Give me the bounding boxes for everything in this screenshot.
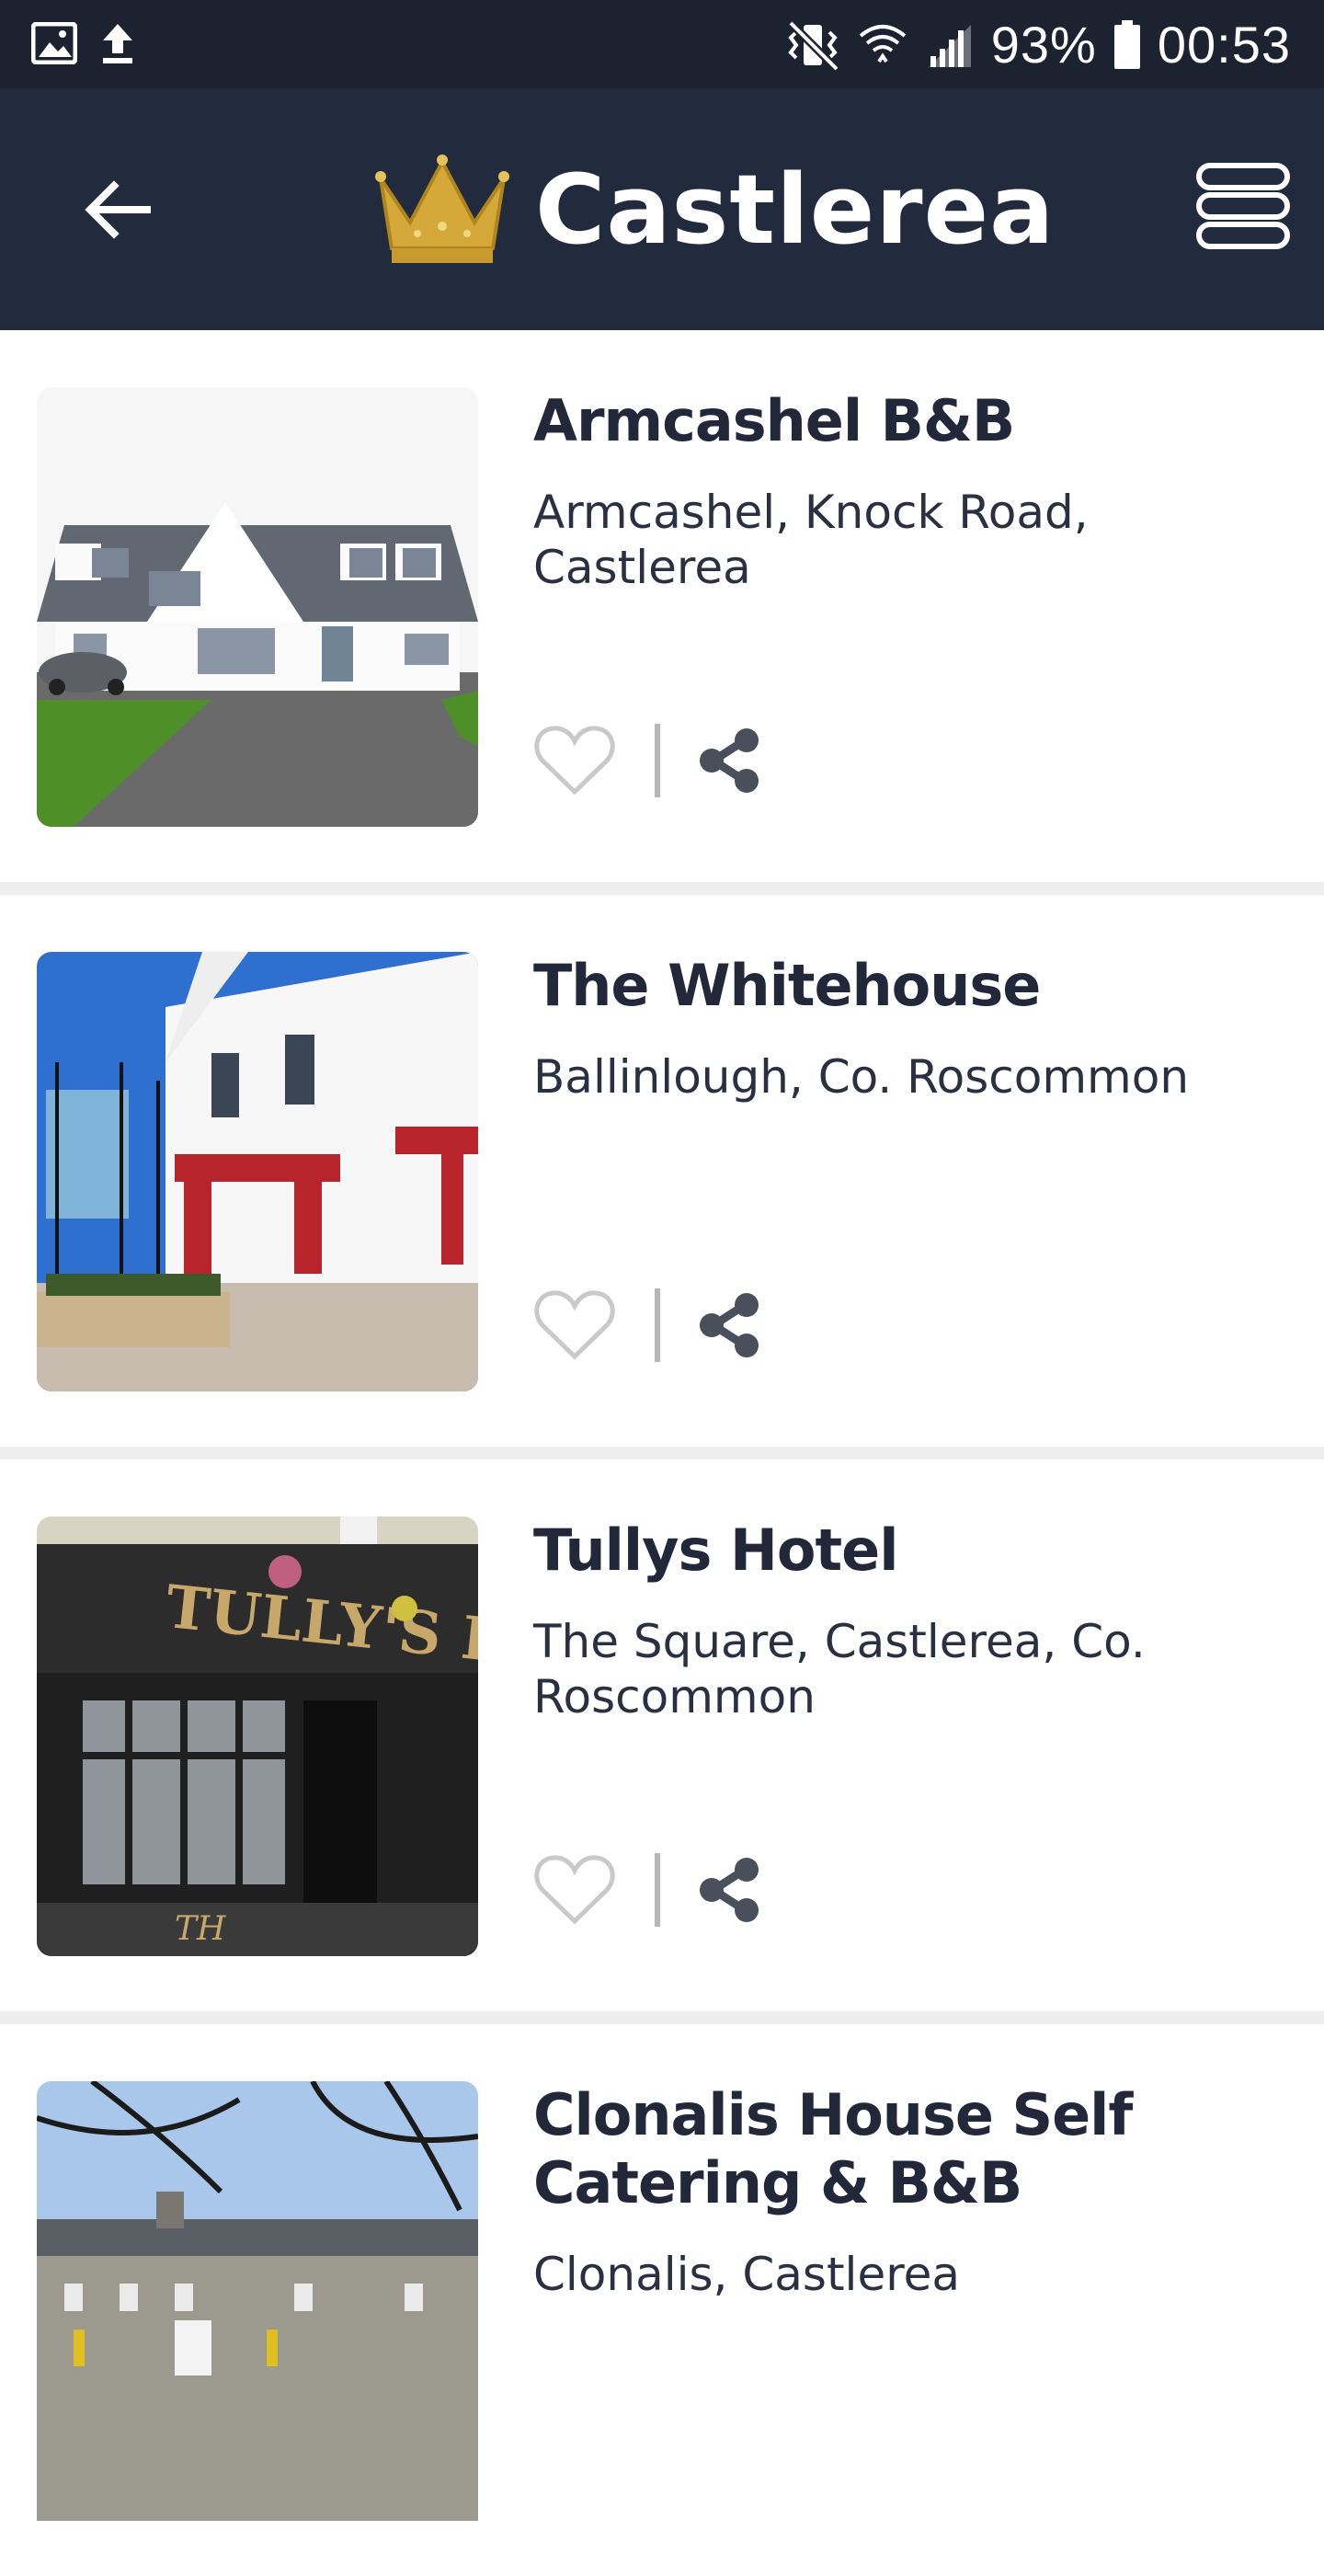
clonalis-photo [37, 2081, 478, 2521]
app-logo: Castlerea [371, 153, 1055, 267]
listing-list: Armcashel B&B Armcashel, Knock Road, Cas… [0, 330, 1324, 2576]
listing-actions [533, 1853, 763, 1927]
action-divider [655, 1288, 660, 1362]
listing-address: Armcashel, Knock Road, Castlerea [533, 486, 1089, 594]
listing-title[interactable]: Armcashel B&B [533, 387, 1315, 455]
upload-icon [103, 24, 132, 63]
battery-icon [1113, 20, 1140, 69]
app-title: Castlerea [535, 154, 1056, 266]
share-icon[interactable] [697, 1292, 763, 1358]
signal-icon [928, 25, 971, 67]
clock: 00:53 [1157, 16, 1291, 74]
listing-address: Ballinlough, Co. Roscommon [533, 1050, 1190, 1104]
listing-actions [533, 1288, 763, 1362]
wifi-icon [859, 25, 907, 63]
door-monogram: TH [175, 1910, 226, 1948]
listing-address: Clonalis, Castlerea [533, 2248, 961, 2301]
image-icon [31, 22, 77, 64]
battery-percent: 93% [990, 16, 1097, 74]
building-photo [37, 952, 478, 1391]
back-button[interactable] [81, 173, 154, 246]
listing-address: The Square, Castlerea, Co. Roscommon [533, 1615, 1146, 1723]
listing-photo[interactable] [37, 2081, 478, 2521]
menu-icon [1196, 163, 1290, 249]
hotel-photo: TULLY'S HOTEL TH [37, 1517, 478, 1956]
house-photo [37, 387, 478, 827]
listing-title[interactable]: Tullys Hotel [533, 1517, 1315, 1585]
heart-outline-icon[interactable] [533, 724, 616, 797]
listing-title[interactable]: The Whitehouse [533, 952, 1315, 1020]
listing-card[interactable]: Armcashel B&B Armcashel, Knock Road, Cas… [0, 330, 1324, 895]
listing-actions [533, 724, 763, 797]
listing-card[interactable]: TULLY'S HOTEL TH Tullys Hotel The Square… [0, 1460, 1324, 2024]
crown-icon [375, 155, 509, 263]
listing-card[interactable]: Clonalis House Self Catering & B&B Clona… [0, 2024, 1324, 2576]
listing-photo[interactable] [37, 952, 478, 1391]
status-bar: 93% 00:53 [0, 0, 1324, 88]
listing-title[interactable]: Clonalis House Self Catering & B&B [533, 2081, 1315, 2217]
share-icon[interactable] [697, 727, 763, 794]
heart-outline-icon[interactable] [533, 1853, 616, 1927]
share-icon[interactable] [697, 1857, 763, 1923]
listing-photo[interactable] [37, 387, 478, 827]
app-bar: Castlerea [0, 88, 1324, 330]
listing-card[interactable]: The Whitehouse Ballinlough, Co. Roscommo… [0, 895, 1324, 1460]
listing-photo[interactable]: TULLY'S HOTEL TH [37, 1517, 478, 1956]
vibrate-mute-icon [787, 19, 839, 71]
action-divider [655, 1853, 660, 1927]
back-arrow-icon [85, 180, 151, 239]
action-divider [655, 724, 660, 797]
menu-button[interactable] [1195, 162, 1291, 250]
heart-outline-icon[interactable] [533, 1288, 616, 1362]
